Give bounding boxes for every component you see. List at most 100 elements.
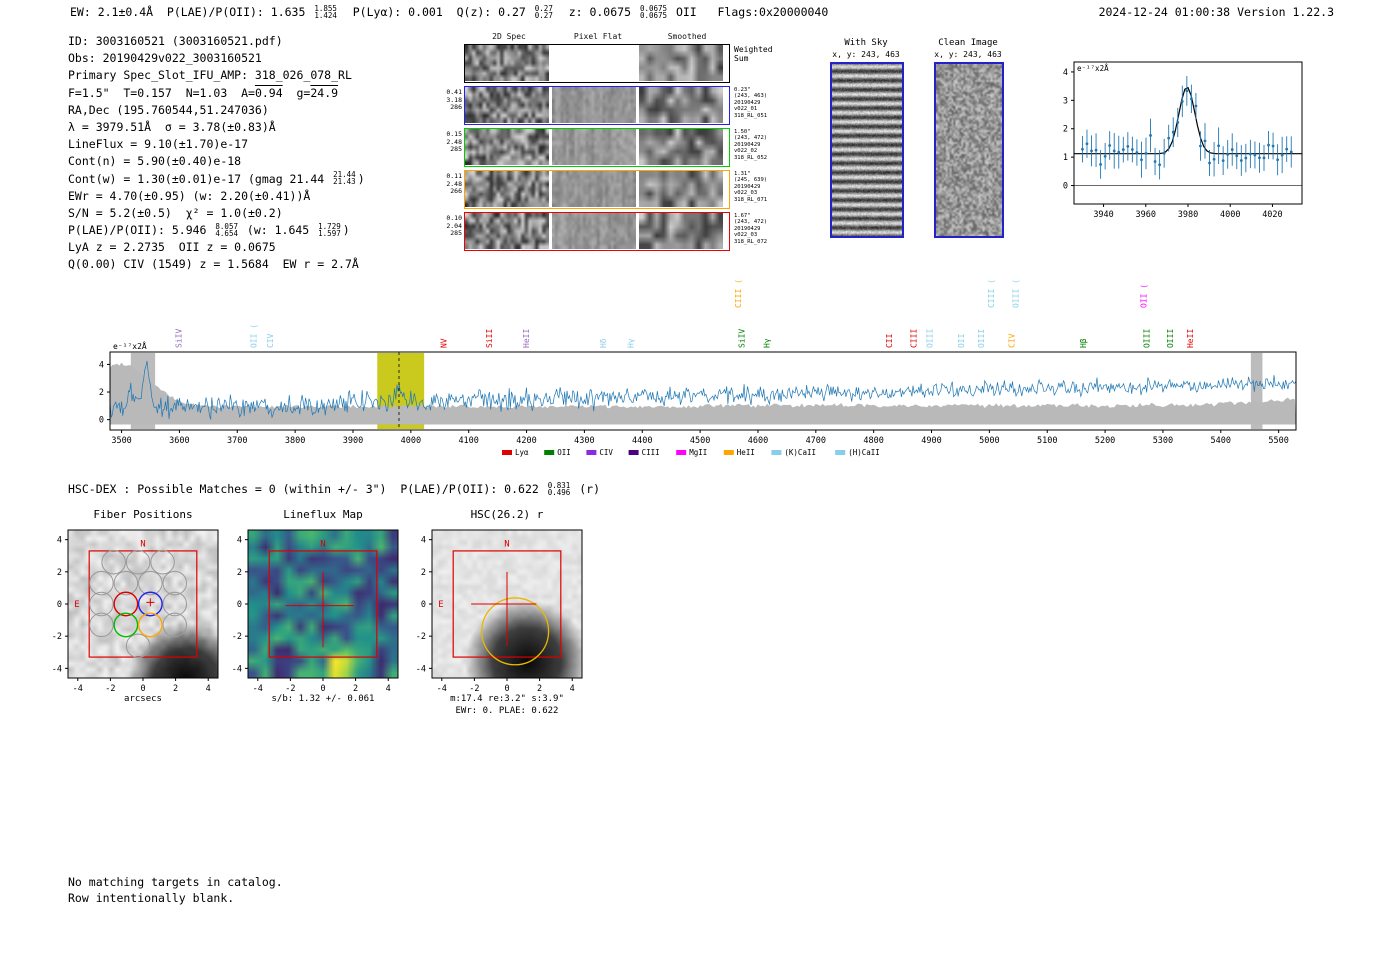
flux-data-point [1085,142,1089,146]
cutout-row-left-labels: 0.11 2.48 266 [446,172,462,195]
emission-line-label: OII ( [1140,284,1149,308]
cutout-row-frame [464,128,730,167]
flux-data-point [1248,152,1252,156]
emission-line-label: Hγ [763,338,772,348]
summary-metrics: EW: 2.1±0.4Å P(LAE)/P(OII): 1.635 1.855 1… [70,3,829,20]
flux-data-point [1189,97,1193,101]
svg-text:4: 4 [570,684,575,694]
report-meta: 2024-12-24 01:00:38 Version 1.22.3 [1099,5,1334,19]
flux-data-point [1081,147,1084,151]
svg-text:2: 2 [353,684,358,694]
info-line: Primary Spec_Slot_IFU_AMP: 318_026_078_R… [68,68,352,83]
svg-text:3600: 3600 [169,436,189,446]
svg-text:1: 1 [1063,153,1068,163]
emission-line-label: OIII [1143,329,1152,348]
svg-text:4000: 4000 [401,436,421,446]
emission-line-label: CIII ( [734,279,743,308]
svg-text:2: 2 [57,568,62,578]
spec2d-cutout-grid: 2D Spec Pixel Flat Smoothed Weighted Sum 0.41… [440,30,792,260]
cutout-row-right-labels: 1.50" (243, 472) 20190429 v022_02 318_RL_052 [734,129,768,161]
emission-line-label: OIII [926,329,935,348]
smoothed-image [639,87,723,123]
fiber-positions-panel: Fiber Positions -4 -2 0 2 4 -4 -2 0 2 4 N E arcsecs [38,508,248,723]
info-line: P(LAE)/P(OII): 5.946 8.057 4.654 (w: 1.64… [68,221,350,238]
svg-text:4: 4 [99,360,104,370]
emission-line-label: SiIV [738,329,747,348]
flux-data-point [1108,144,1112,147]
svg-text:2: 2 [421,568,426,578]
hsc-image-xlabel2: EWr: 0. PLAE: 0.622 [455,706,559,716]
stacked-uncertainty: 8.057 4.654 [215,221,238,238]
flux-data-point [1258,156,1261,160]
legend-swatch [771,450,782,455]
compass-north-label: N [504,540,509,550]
flux-data-point [1167,136,1171,140]
fiber-circle [162,591,188,617]
smoothed-image [639,213,723,249]
fiber-positions-overlay: -4 -2 0 2 4 -4 -2 0 2 4 N E [52,529,219,694]
cutout-row-frame [464,212,730,251]
legend-label: Lyα [515,448,529,457]
svg-text:-4: -4 [253,684,263,694]
info-line: Obs: 20190429v022_3003160521 [68,51,262,66]
report-version: Version 1.22.3 [1237,5,1334,19]
fiber-circle [89,591,114,617]
svg-text:2: 2 [1063,125,1068,135]
svg-text:3960: 3960 [1136,210,1156,220]
cutout-row-right-labels: 1.31" (245, 639) 20190429 v022_03 318_RL_071 [734,171,768,203]
emission-line-label: SiII [485,329,494,348]
emission-line-label: OII [957,333,966,348]
flux-data-point [1158,163,1162,167]
svg-text:5000: 5000 [979,436,999,446]
svg-text:4: 4 [206,684,211,694]
flux-data-point [1253,153,1257,157]
svg-text:4100: 4100 [458,436,478,446]
svg-text:4300: 4300 [574,436,594,446]
svg-text:3800: 3800 [285,436,305,446]
svg-text:4800: 4800 [863,436,883,446]
svg-text:0: 0 [320,684,325,694]
cutout-row-left-labels: 0.41 3.18 286 [446,88,462,111]
svg-text:4: 4 [237,536,242,546]
clean-image-frame [934,62,1004,238]
hsc-image-overlay: -4 -2 0 2 4 -4 -2 0 2 4 N E [416,529,583,694]
2d-spec-image [465,129,549,165]
legend-label: HeII [737,448,755,457]
svg-text:-4: -4 [437,684,447,694]
info-line: Cont(w) = 1.30(±0.01)e-17 (gmag 21.44 21… [68,170,365,186]
svg-text:0: 0 [140,684,145,694]
flux-data-point [1140,158,1143,162]
cutout-row-left-labels: 0.15 2.48 285 [446,130,462,153]
flux-data-point [1271,144,1275,148]
info-line: LyA z = 2.2735 OII z = 0.0675 [68,240,276,255]
emission-line-label: CII [885,333,894,348]
detection-info-block: ID: 3003160521 (3003160521.pdf) Obs: 2019… [68,34,365,275]
flux-data-point [1099,163,1102,166]
summary-line: EW: 2.1±0.4Å P(LAE)/P(OII): 1.635 1.855 1… [70,3,829,20]
info-line: EWr = 4.70(±0.95) (w: 2.20(±0.41))Å [68,188,311,203]
fiber-circle-highlighted [113,612,139,638]
flux-data-point [1262,156,1266,160]
cutout-column-header: Smoothed [667,32,707,41]
compass-east-label: E [438,600,443,610]
svg-text:0: 0 [99,416,104,426]
svg-text:2: 2 [173,684,178,694]
clean-image [936,64,1002,236]
stacked-uncertainty: 0.831 0.496 [547,480,571,497]
fiber-positions-xlabel: arcsecs [124,694,162,704]
svg-text:4900: 4900 [921,436,941,446]
info-line: λ = 3979.51Å σ = 3.78(±0.83)Å [68,119,276,134]
legend-label: (K)CaII [784,448,816,457]
flux-data-point [1230,148,1234,151]
legend-swatch [544,450,555,455]
lineflux-map-overlay: -4 -2 0 2 4 -4 -2 0 2 4 N [232,529,399,694]
pixel-flat-image [552,87,636,123]
flux-data-point [1280,153,1284,157]
flux-data-point [1199,144,1202,148]
emission-line-label: Hδ [599,338,608,348]
flux-data-point [1112,149,1116,153]
catalog-note-line: No matching targets in catalog. [68,875,283,889]
stacked-uncertainty: 0.0675 0.0675 [639,3,668,20]
flux-data-point [1226,152,1230,156]
svg-text:3500: 3500 [111,436,131,446]
